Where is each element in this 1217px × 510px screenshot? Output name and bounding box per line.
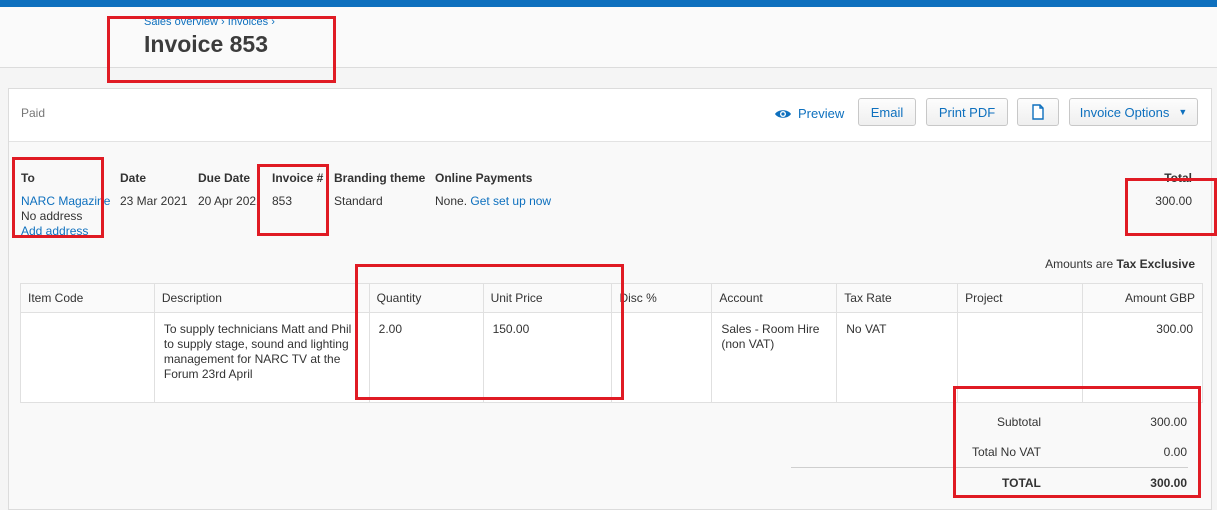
invoice-card: Paid Preview Email Print PDF Invoice Opt…: [8, 88, 1212, 510]
grand-total-label: TOTAL: [1002, 476, 1041, 490]
total-no-vat-label: Total No VAT: [972, 445, 1041, 459]
contact-address: No address: [21, 209, 83, 223]
total-no-vat-value: 0.00: [1163, 445, 1187, 459]
col-description: Description: [153, 283, 370, 313]
breadcrumb-separator: ›: [221, 16, 225, 28]
col-item-code: Item Code: [20, 283, 155, 313]
invoice-options-label: Invoice Options: [1079, 104, 1170, 120]
table-row: To supply technicians Matt and Phil to s…: [20, 312, 1203, 403]
grand-total-value: 300.00: [1150, 476, 1187, 490]
invoice-number-label: Invoice #: [272, 171, 324, 185]
col-quantity: Quantity: [368, 283, 484, 313]
copy-button[interactable]: [1017, 98, 1059, 126]
preview-link[interactable]: Preview: [774, 106, 844, 121]
branding-theme: Standard: [334, 194, 383, 208]
due-date: 20 Apr 2021: [198, 194, 257, 208]
cell-description: To supply technicians Matt and Phil to s…: [153, 312, 370, 403]
online-payments-label: Online Payments: [435, 171, 533, 185]
breadcrumb-separator: ›: [271, 16, 275, 28]
top-accent-bar: [0, 0, 1217, 7]
branding-theme-label: Branding theme: [334, 171, 426, 185]
invoice-toolbar: Paid Preview Email Print PDF Invoice Opt…: [9, 89, 1211, 142]
line-items-table: Item Code Description Quantity Unit Pric…: [20, 283, 1203, 403]
amounts-note: Amounts are Tax Exclusive: [1045, 257, 1195, 271]
cell-disc: [611, 312, 713, 403]
total-label: Total: [1164, 171, 1192, 185]
cell-unit-price: 150.00: [482, 312, 613, 403]
page-header: Sales overview › Invoices › Invoice 853: [0, 7, 1217, 68]
subtotal-value: 300.00: [1150, 415, 1187, 429]
preview-label: Preview: [798, 106, 845, 121]
breadcrumb: Sales overview › Invoices ›: [144, 16, 275, 28]
amounts-note-value: Tax Exclusive: [1116, 257, 1196, 271]
subtotal-label: Subtotal: [997, 415, 1042, 429]
col-account: Account: [711, 283, 838, 313]
date-label: Date: [120, 171, 147, 185]
invoice-number: 853: [272, 194, 293, 208]
eye-icon: [775, 109, 791, 118]
breadcrumb-sales-overview[interactable]: Sales overview: [144, 16, 218, 28]
cell-quantity: 2.00: [368, 312, 484, 403]
cell-project: [957, 312, 1084, 403]
to-label: To: [21, 171, 35, 185]
print-pdf-button[interactable]: Print PDF: [926, 98, 1008, 126]
caret-down-icon: ▼: [1178, 107, 1188, 117]
invoice-options-button[interactable]: Invoice Options ▼: [1069, 98, 1198, 126]
col-tax-rate: Tax Rate: [836, 283, 959, 313]
add-address-link[interactable]: Add address: [21, 224, 88, 238]
amounts-note-prefix: Amounts are: [1045, 257, 1114, 271]
online-payments-value: None. Get set up now: [435, 194, 551, 208]
header-total: 300.00: [1155, 194, 1192, 208]
cell-amount: 300.00: [1082, 312, 1203, 403]
cell-item-code: [20, 312, 155, 403]
get-set-up-link[interactable]: Get set up now: [470, 194, 551, 208]
col-amount: Amount GBP: [1082, 283, 1203, 313]
col-disc: Disc %: [611, 283, 713, 313]
col-project: Project: [957, 283, 1084, 313]
page-title: Invoice 853: [144, 31, 269, 57]
email-button[interactable]: Email: [858, 98, 916, 126]
cell-tax-rate: No VAT: [836, 312, 959, 403]
contact-name-link[interactable]: NARC Magazine: [21, 194, 110, 208]
cell-account: Sales - Room Hire (non VAT): [711, 312, 838, 403]
due-date-label: Due Date: [198, 171, 251, 185]
invoice-date: 23 Mar 2021: [120, 194, 188, 208]
copy-icon: [1032, 104, 1044, 120]
breadcrumb-invoices[interactable]: Invoices: [228, 16, 268, 28]
table-header-row: Item Code Description Quantity Unit Pric…: [20, 283, 1203, 313]
online-payments-status: None.: [435, 194, 468, 208]
status-label: Paid: [21, 106, 46, 120]
totals-divider: [791, 467, 1188, 468]
col-unit-price: Unit Price: [482, 283, 613, 313]
